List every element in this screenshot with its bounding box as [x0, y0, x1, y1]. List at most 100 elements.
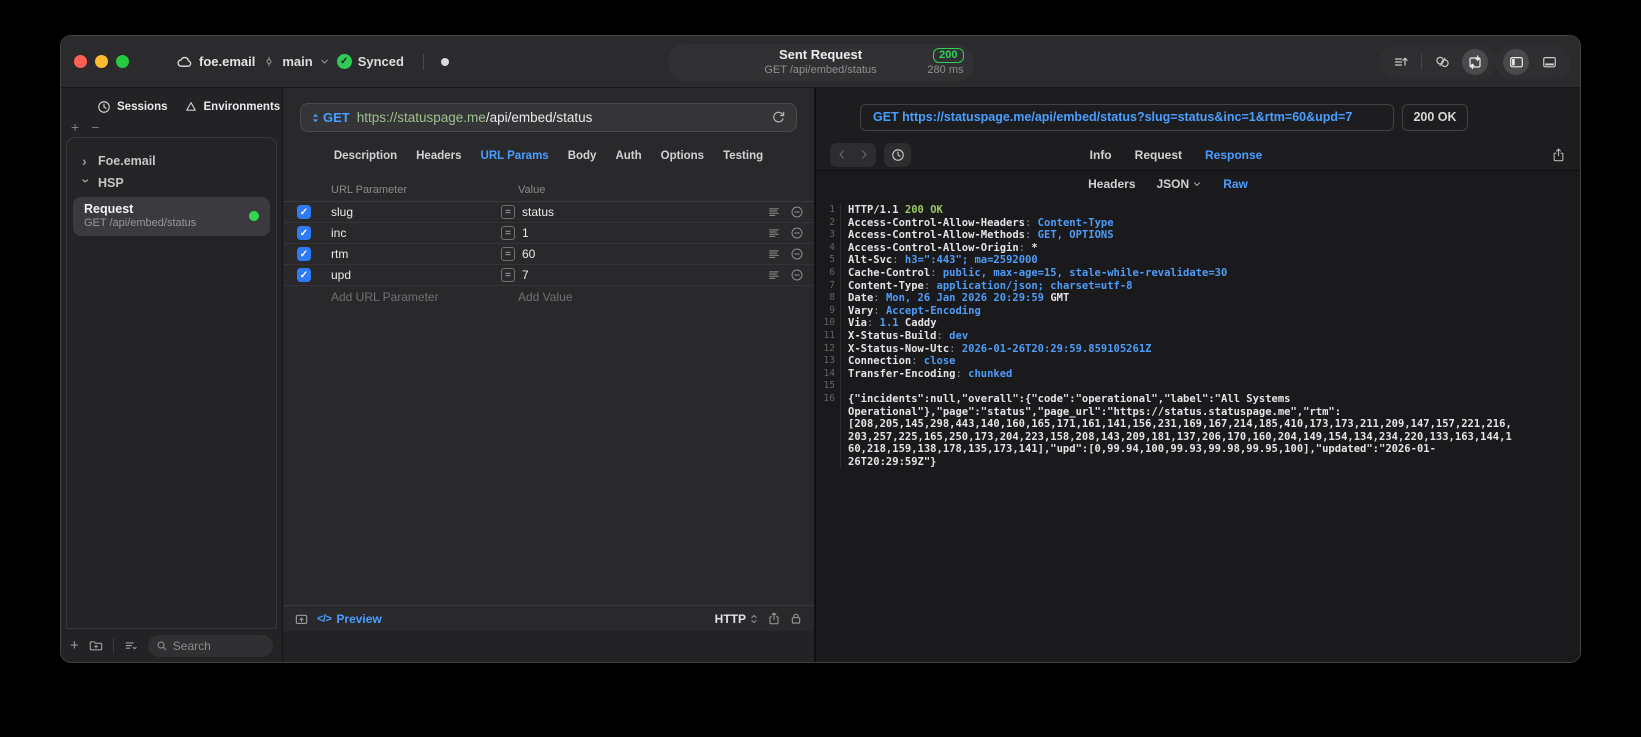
branch-icon — [262, 54, 276, 69]
panel-left-icon[interactable] — [1503, 49, 1529, 75]
param-row: ✓ rtm = 60 — [283, 244, 814, 265]
drag-handle-icon[interactable] — [767, 268, 781, 282]
param-value[interactable]: 60 — [522, 247, 758, 261]
preview-button[interactable]: </> Preview — [317, 612, 382, 626]
drag-handle-icon[interactable] — [767, 247, 781, 261]
share-icon[interactable] — [767, 611, 781, 626]
sent-request-line[interactable]: GET https://statuspage.me/api/embed/stat… — [860, 104, 1394, 131]
param-checkbox[interactable]: ✓ — [297, 247, 311, 261]
url-params-table: URL Parameter Value ✓ slug = status ✓ in… — [283, 184, 814, 605]
history-back-icon[interactable] — [836, 148, 848, 161]
url-input[interactable]: https://statuspage.me/api/embed/status — [357, 110, 593, 125]
zoom-window-button[interactable] — [116, 55, 129, 68]
project-name: foe.email — [199, 54, 256, 69]
remove-row-icon[interactable] — [790, 205, 804, 219]
tab-options[interactable]: Options — [661, 150, 704, 162]
export-list-icon[interactable] — [1387, 49, 1415, 75]
sidebar-footer: + — [61, 629, 282, 662]
sidebar-search[interactable] — [147, 634, 273, 657]
synced-check-icon: ✓ — [336, 54, 352, 69]
param-value[interactable]: status — [522, 205, 758, 219]
request-item-subtitle: GET /api/embed/status — [84, 217, 197, 229]
panel-bottom-icon[interactable] — [1535, 49, 1563, 75]
sync-requests-icon[interactable] — [1428, 49, 1456, 75]
param-checkbox[interactable]: ✓ — [297, 268, 311, 282]
drag-handle-icon[interactable] — [767, 226, 781, 240]
project-switcher[interactable]: foe.email — [176, 54, 255, 70]
view-headers[interactable]: Headers — [1088, 177, 1135, 191]
tree-item-foe-email[interactable]: › Foe.email — [67, 150, 276, 172]
tab-request[interactable]: Request — [1135, 148, 1182, 162]
method-selector[interactable]: GET — [311, 110, 350, 125]
tab-url-params[interactable]: URL Params — [481, 150, 549, 162]
sync-status[interactable]: ✓ Synced — [336, 54, 404, 69]
param-name[interactable]: rtm — [331, 247, 501, 261]
branch-name: main — [282, 54, 313, 69]
history-forward-icon[interactable] — [858, 148, 870, 161]
tab-description[interactable]: Description — [334, 150, 397, 162]
tree-item-label: HSP — [98, 176, 124, 190]
equals-icon: = — [501, 205, 515, 219]
sessions-tree: › Foe.email › HSP Request GET /api/embed… — [66, 137, 277, 629]
chevron-down-icon — [319, 56, 330, 67]
param-checkbox[interactable]: ✓ — [297, 205, 311, 219]
response-status: 200 OK — [1402, 104, 1468, 131]
param-checkbox[interactable]: ✓ — [297, 226, 311, 240]
param-value[interactable]: 1 — [522, 226, 758, 240]
request-success-dot — [249, 211, 259, 221]
close-window-button[interactable] — [74, 55, 87, 68]
tab-sessions[interactable]: Sessions — [97, 100, 168, 114]
sort-filter-icon[interactable] — [123, 639, 139, 653]
request-item-title: Request — [84, 202, 134, 216]
param-name[interactable]: inc — [331, 226, 501, 240]
param-name[interactable]: slug — [331, 205, 501, 219]
chevron-down-icon: › — [78, 178, 95, 184]
environments-icon — [184, 100, 198, 114]
request-url-bar[interactable]: GET https://statuspage.me/api/embed/stat… — [300, 103, 797, 132]
tab-response[interactable]: Response — [1205, 148, 1262, 162]
remove-row-icon[interactable] — [790, 247, 804, 261]
response-nav: Info Request Response — [816, 139, 1580, 170]
history-clock-button[interactable] — [884, 142, 911, 167]
response-view-tabs: Headers JSON Raw — [786, 171, 1550, 197]
response-line: 5 Alt-Svc: h3=":443"; ma=2592000 — [816, 254, 1580, 267]
collapse-editor-icon[interactable] — [294, 611, 309, 626]
request-list-item[interactable]: Request GET /api/embed/status — [73, 197, 270, 236]
tab-auth[interactable]: Auth — [615, 150, 641, 162]
tab-body[interactable]: Body — [568, 150, 597, 162]
tab-info[interactable]: Info — [1090, 148, 1112, 162]
view-raw[interactable]: Raw — [1223, 177, 1248, 191]
add-param-name[interactable]: Add URL Parameter — [331, 290, 518, 304]
tab-headers[interactable]: Headers — [416, 150, 461, 162]
protocol-selector[interactable]: HTTP — [715, 612, 759, 626]
remove-session-button[interactable]: − — [91, 120, 99, 134]
param-value[interactable]: 7 — [522, 268, 758, 282]
search-input[interactable] — [172, 638, 265, 653]
tab-environments[interactable]: Environments — [184, 100, 281, 114]
new-group-icon[interactable] — [88, 638, 104, 653]
drag-handle-icon[interactable] — [767, 205, 781, 219]
lock-icon[interactable] — [789, 611, 803, 626]
tab-environments-label: Environments — [203, 101, 281, 113]
param-row: ✓ slug = status — [283, 202, 814, 223]
view-json[interactable]: JSON — [1157, 177, 1203, 191]
tree-item-hsp[interactable]: › HSP — [67, 172, 276, 194]
minimize-window-button[interactable] — [95, 55, 108, 68]
tab-testing[interactable]: Testing — [723, 150, 763, 162]
param-name[interactable]: upd — [331, 268, 501, 282]
share-response-icon[interactable] — [1551, 147, 1566, 163]
resend-button[interactable] — [771, 110, 786, 125]
protocol-label: HTTP — [714, 611, 746, 626]
sent-request-pill[interactable]: Sent Request GET /api/embed/status 200 2… — [667, 44, 974, 81]
response-body[interactable]: 1 HTTP/1.1 200 OK 2 Access-Control-Allow-He… — [816, 197, 1580, 662]
response-panel: GET https://statuspage.me/api/embed/stat… — [816, 88, 1580, 662]
url-path: /api/embed/status — [485, 110, 593, 125]
remove-row-icon[interactable] — [790, 226, 804, 240]
branch-switcher[interactable]: main — [262, 54, 329, 69]
add-param-value[interactable]: Add Value — [518, 290, 573, 304]
import-export-icon[interactable] — [1462, 49, 1488, 75]
remove-row-icon[interactable] — [790, 268, 804, 282]
add-session-button[interactable]: + — [71, 120, 79, 134]
add-request-button[interactable]: + — [70, 637, 79, 654]
param-row: ✓ inc = 1 — [283, 223, 814, 244]
